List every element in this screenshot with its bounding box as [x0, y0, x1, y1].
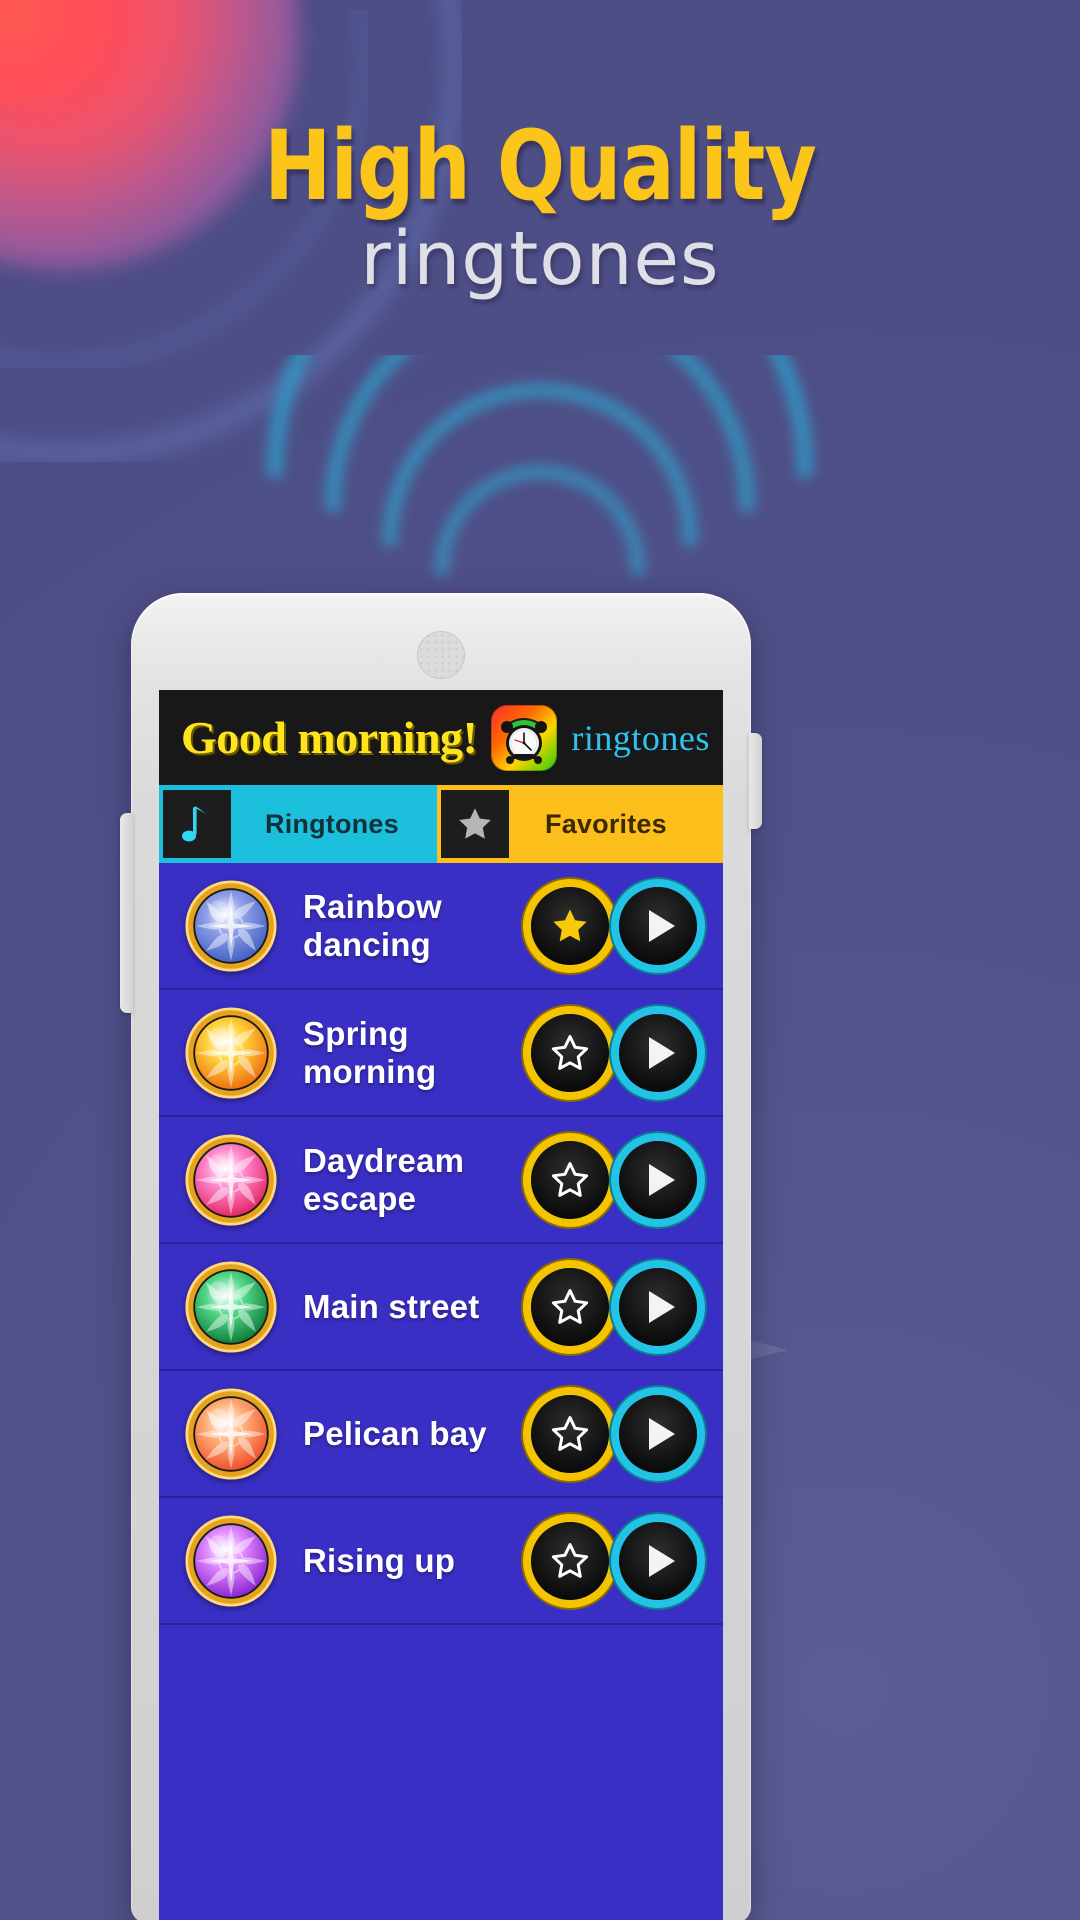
ringtone-title: Daydream escape	[303, 1141, 465, 1217]
star-outline-icon	[551, 1542, 589, 1578]
play-button[interactable]	[619, 1394, 697, 1473]
sun-icon-violet	[185, 1514, 277, 1607]
app-banner: Good morning! ringtones	[159, 690, 723, 785]
tab-favorites[interactable]: Favorites	[437, 785, 723, 863]
table-row[interactable]: Spring morning	[159, 990, 723, 1117]
sun-icon-green	[185, 1260, 277, 1353]
favorite-button[interactable]	[531, 1267, 609, 1346]
table-row[interactable]: Pelican bay	[159, 1371, 723, 1498]
play-icon	[648, 1163, 675, 1196]
star-filled-icon	[553, 909, 587, 941]
favorite-button[interactable]	[531, 1394, 609, 1473]
play-button[interactable]	[619, 886, 697, 965]
phone-mockup: Good morning! ringtones Ringtones Favori…	[120, 593, 762, 1920]
favorite-button[interactable]	[531, 1140, 609, 1219]
play-button[interactable]	[619, 1013, 697, 1092]
star-outline-icon	[551, 1161, 589, 1197]
music-note-icon	[163, 790, 231, 858]
table-row[interactable]: Daydream escape	[159, 1117, 723, 1244]
play-icon	[648, 1036, 675, 1069]
favorite-button-active[interactable]	[531, 886, 609, 965]
promo-subheadline: ringtones	[360, 216, 720, 302]
promo-headline: High Quality	[264, 110, 817, 222]
tab-ringtones-label: Ringtones	[265, 808, 399, 839]
play-button[interactable]	[619, 1521, 697, 1600]
app-banner-title: Good morning!	[181, 712, 478, 763]
table-row[interactable]: Main street	[159, 1244, 723, 1371]
favorite-button[interactable]	[531, 1521, 609, 1600]
phone-volume-button[interactable]	[120, 813, 133, 1013]
play-icon	[648, 909, 675, 942]
play-icon	[648, 1544, 675, 1577]
ringtone-title: Rising up	[303, 1541, 456, 1579]
table-row[interactable]: Rainbow dancing	[159, 863, 723, 990]
star-icon	[441, 790, 509, 858]
tab-ringtones[interactable]: Ringtones	[159, 785, 437, 863]
star-outline-icon	[551, 1288, 589, 1324]
play-button[interactable]	[619, 1140, 697, 1219]
phone-power-button[interactable]	[749, 733, 762, 829]
alarm-clock-icon	[491, 704, 558, 771]
tab-bar: Ringtones Favorites	[159, 785, 723, 863]
play-icon	[648, 1290, 675, 1323]
app-banner-brand: ringtones	[571, 717, 710, 758]
promo-stage: High Quality ringtones Good morning! rin…	[0, 0, 1080, 1920]
sun-icon-blue	[185, 879, 277, 972]
ringtone-list[interactable]: Rainbow dancing Spring morning Daydream …	[159, 863, 723, 1625]
ringtone-title: Main street	[303, 1287, 480, 1325]
sun-icon-coral	[185, 1387, 277, 1480]
phone-earpiece-speaker	[417, 631, 465, 679]
sun-icon-pink	[185, 1133, 277, 1226]
favorite-button[interactable]	[531, 1013, 609, 1092]
app-screen: Good morning! ringtones Ringtones Favori…	[159, 690, 723, 1920]
sun-icon-orange	[185, 1006, 277, 1099]
table-row[interactable]: Rising up	[159, 1498, 723, 1625]
ringtone-title: Spring morning	[303, 1014, 437, 1090]
play-button[interactable]	[619, 1267, 697, 1346]
ringtone-title: Pelican bay	[303, 1414, 487, 1452]
star-outline-icon	[551, 1415, 589, 1451]
star-outline-icon	[551, 1034, 589, 1070]
ringtone-title: Rainbow dancing	[303, 887, 442, 963]
signal-arcs-icon	[0, 355, 1080, 585]
tab-favorites-label: Favorites	[545, 808, 667, 839]
play-icon	[648, 1417, 675, 1450]
